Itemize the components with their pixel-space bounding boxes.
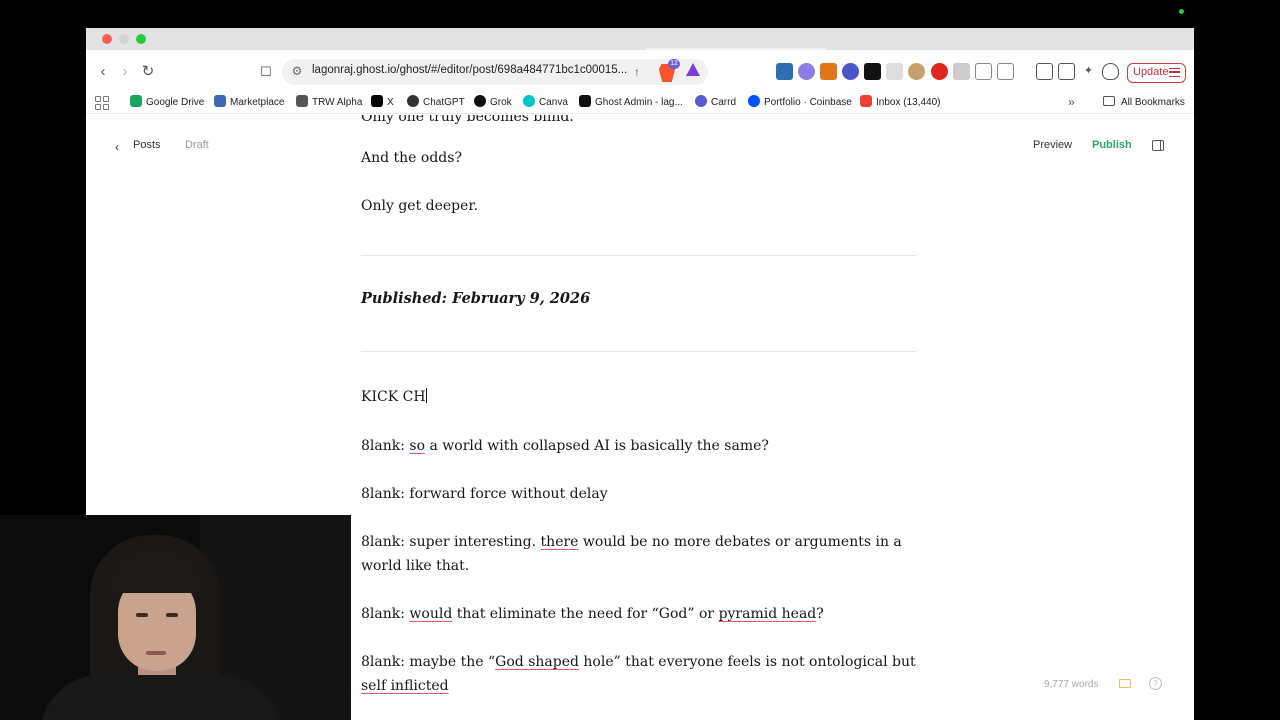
all-bookmarks-folder[interactable]: All Bookmarks <box>1103 95 1185 111</box>
browser-toolbar: ‹ › ↻ ☐ ⚙ lagonraj.ghost.io/ghost/#/edit… <box>86 50 1194 94</box>
extension-red-icon[interactable] <box>931 63 948 80</box>
paragraph: Only get deeper. <box>361 198 479 214</box>
recording-indicator <box>1179 9 1184 14</box>
x-icon <box>371 95 383 107</box>
posts-back-link[interactable]: Posts <box>133 139 161 151</box>
extension-screenshot-icon[interactable] <box>776 63 793 80</box>
paragraph: And the odds? <box>361 150 462 166</box>
title-bar <box>86 28 1194 51</box>
spellcheck-word: so <box>409 438 426 454</box>
spellcheck-word: pyramid head <box>718 606 817 622</box>
bookmark-google-drive[interactable]: Google Drive <box>130 95 204 111</box>
divider <box>361 255 916 256</box>
word-count: 9,777 words <box>1044 679 1099 690</box>
extension-shield-icon[interactable] <box>953 63 970 80</box>
metamask-icon[interactable] <box>820 63 837 80</box>
extension-cloud-icon[interactable] <box>798 63 815 80</box>
vpn-icon[interactable] <box>1102 63 1119 80</box>
update-button[interactable]: Update <box>1127 63 1186 83</box>
sidebar-icon[interactable] <box>1036 63 1053 80</box>
grok-icon <box>474 95 486 107</box>
extension-window-icon[interactable] <box>997 63 1014 80</box>
chat-line: 8lank: super interesting. there would be… <box>361 534 902 574</box>
partial-paragraph: Only one truly becomes blind. <box>361 115 574 125</box>
extensions-puzzle-icon[interactable] <box>975 63 992 80</box>
menu-icon <box>1169 68 1180 77</box>
bookmark-icon[interactable]: ☐ <box>257 63 275 81</box>
extension-notion-icon[interactable] <box>864 63 881 80</box>
chat-line: 8lank: maybe the “God shaped hole” that … <box>361 654 916 694</box>
chat-line: 8lank: so a world with collapsed AI is b… <box>361 438 769 454</box>
coinbase-icon <box>748 95 760 107</box>
spellcheck-word: God shaped <box>495 654 579 670</box>
spellcheck-word: would <box>409 606 453 622</box>
preview-button[interactable]: Preview <box>1033 139 1072 151</box>
chat-line: 8lank: forward force without delay <box>361 486 608 502</box>
bookmark-chatgpt[interactable]: ChatGPT <box>407 95 465 111</box>
back-icon[interactable]: ‹ <box>94 63 112 81</box>
bookmark-canva[interactable]: Canva <box>523 95 568 111</box>
ghost-icon <box>579 95 591 107</box>
brave-rewards-icon[interactable] <box>686 63 700 76</box>
chat-line: 8lank: would that eliminate the need for… <box>361 606 824 622</box>
site-settings-icon[interactable]: ⚙ <box>290 64 304 78</box>
marketplace-icon <box>214 95 226 107</box>
gmail-icon <box>860 95 872 107</box>
bookmarks-bar: Google Drive Marketplace TRW Alpha X Cha… <box>86 92 1194 114</box>
chatgpt-icon <box>407 95 419 107</box>
bookmark-ghost-admin[interactable]: Ghost Admin - lag... <box>579 95 683 111</box>
chevron-left-icon[interactable]: ‹ <box>115 140 119 154</box>
bookmark-x[interactable]: X <box>371 95 394 111</box>
share-icon[interactable]: ↑ <box>634 65 648 79</box>
webcam-overlay <box>0 515 351 720</box>
wallet-icon[interactable] <box>1058 63 1075 80</box>
publish-button[interactable]: Publish <box>1092 139 1132 151</box>
maximize-window-button[interactable] <box>136 34 146 44</box>
bookmark-coinbase[interactable]: Portfolio · Coinbase <box>748 95 852 111</box>
settings-sidebar-icon[interactable] <box>1152 140 1164 151</box>
brave-shields-badge: 12 <box>668 59 680 69</box>
bookmark-marketplace[interactable]: Marketplace <box>214 95 284 111</box>
carrd-icon <box>695 95 707 107</box>
extension-pen-icon[interactable] <box>886 63 903 80</box>
paragraph-current[interactable]: KICK CH <box>361 385 917 409</box>
close-window-button[interactable] <box>102 34 112 44</box>
post-status: Draft <box>185 139 209 151</box>
leo-ai-icon[interactable]: ✦ <box>1080 63 1097 80</box>
bookmark-gmail-inbox[interactable]: Inbox (13,440) <box>860 95 941 111</box>
trw-icon <box>296 95 308 107</box>
google-drive-icon <box>130 95 142 107</box>
update-label: Update <box>1133 66 1169 78</box>
folder-icon <box>1103 96 1115 106</box>
text-cursor <box>425 388 427 403</box>
bookmark-grok[interactable]: Grok <box>474 95 512 111</box>
minimize-window-button[interactable] <box>119 34 129 44</box>
spellcheck-word: self inflicted <box>361 678 449 694</box>
extension-avatar-icon[interactable] <box>908 63 925 80</box>
spellcheck-word: there <box>540 534 579 550</box>
bookmark-trw-alpha[interactable]: TRW Alpha <box>296 95 362 111</box>
more-bookmarks-icon[interactable]: » <box>1068 95 1075 109</box>
extension-bird-icon[interactable] <box>842 63 859 80</box>
forward-icon[interactable]: › <box>116 63 134 81</box>
email-icon[interactable] <box>1119 679 1131 688</box>
bookmark-carrd[interactable]: Carrd <box>695 95 736 111</box>
apps-grid-icon[interactable] <box>95 96 109 110</box>
published-date: Published: February 9, 2026 <box>361 290 591 307</box>
url-text[interactable]: lagonraj.ghost.io/ghost/#/editor/post/69… <box>312 64 627 76</box>
reload-icon[interactable]: ↻ <box>139 63 157 81</box>
divider <box>361 351 916 352</box>
canva-icon <box>523 95 535 107</box>
help-icon[interactable]: ? <box>1149 677 1162 690</box>
